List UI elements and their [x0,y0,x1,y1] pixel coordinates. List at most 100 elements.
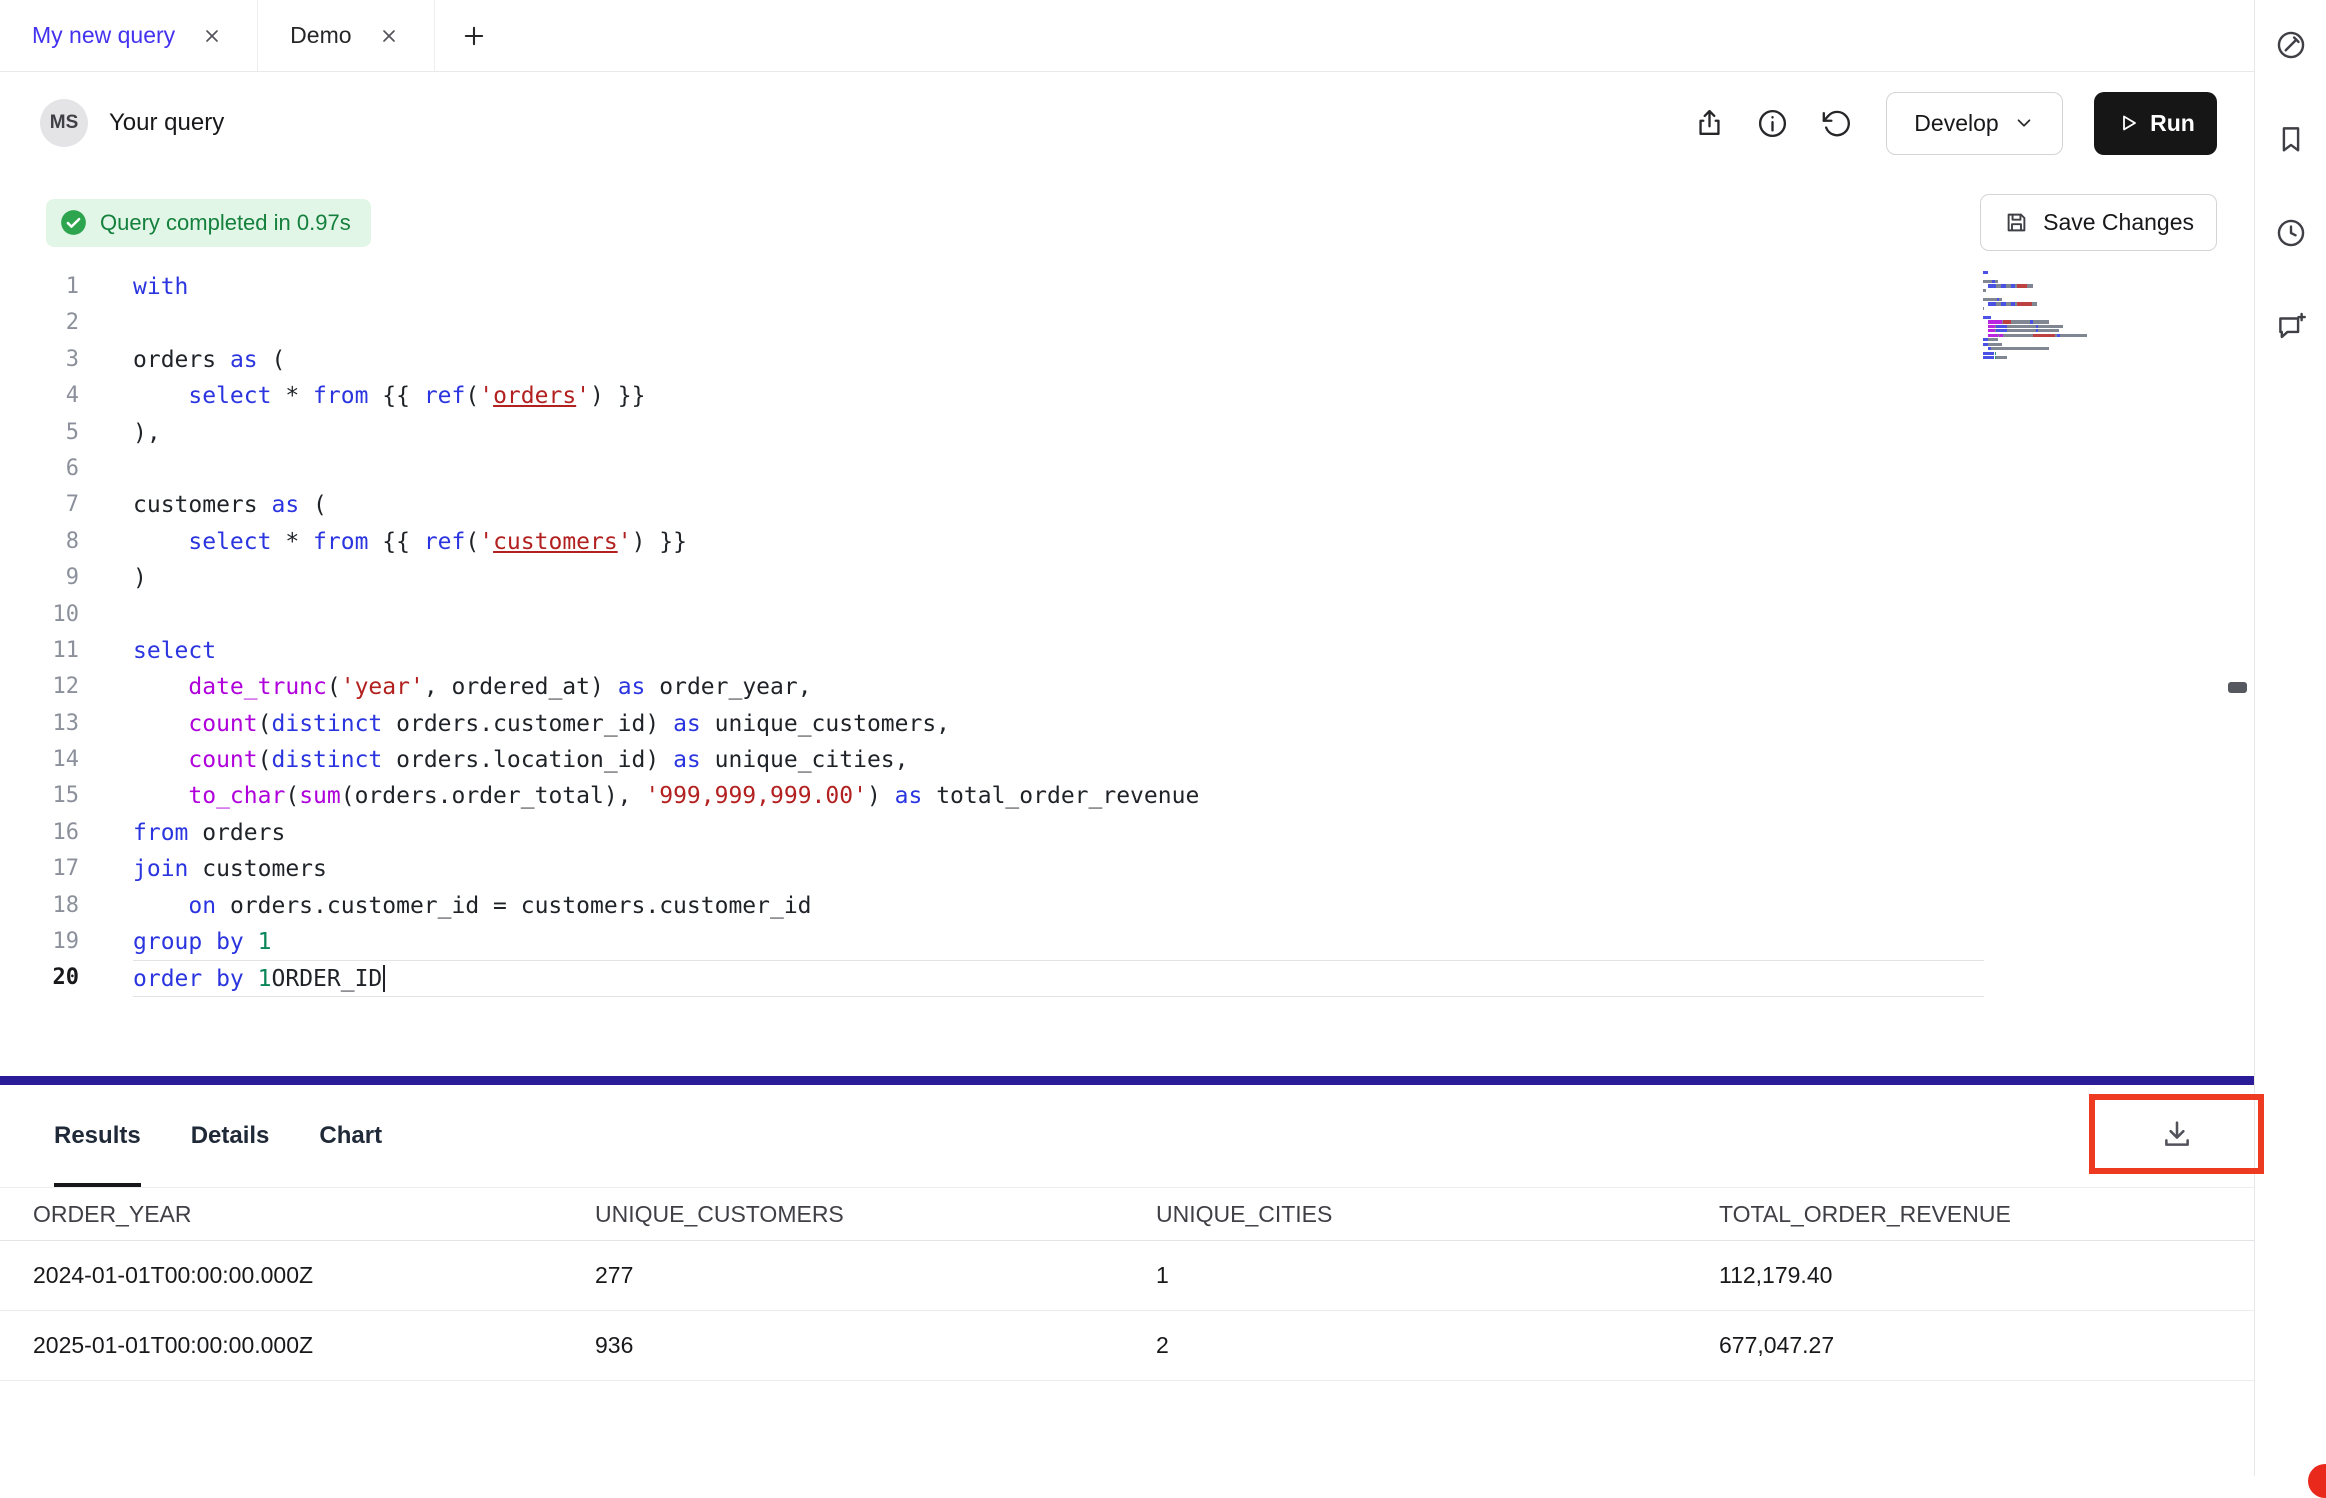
code-line[interactable]: ), [133,415,1984,451]
code-editor[interactable]: 1234567891011121314151617181920 withorde… [0,251,2254,1076]
minimap[interactable] [1983,271,2123,361]
panel-resize-handle[interactable] [0,1076,2254,1085]
line-number: 7 [0,487,79,523]
column-header: ORDER_YEAR [33,1201,595,1228]
code-line[interactable]: order by 1ORDER_ID [133,960,1984,996]
line-number: 15 [0,778,79,814]
results-tab-bar: Results Details Chart [0,1085,2254,1188]
line-number: 17 [0,851,79,887]
tab-details[interactable]: Details [191,1085,270,1187]
right-sidebar [2254,0,2326,1476]
feedback-button[interactable] [2269,305,2313,349]
code-line[interactable]: count(distinct orders.location_id) as un… [133,742,1984,778]
save-changes-button[interactable]: Save Changes [1980,194,2217,251]
download-icon [2160,1117,2194,1151]
page-title: Your query [109,109,224,137]
code-line[interactable]: ) [133,560,1984,596]
tab-results[interactable]: Results [54,1085,141,1187]
line-numbers: 1234567891011121314151617181920 [0,269,84,997]
new-tab-button[interactable] [435,0,513,71]
download-button[interactable] [2160,1117,2194,1151]
table-row[interactable]: 2024-01-01T00:00:00.000Z2771112,179.40 [0,1241,2254,1311]
table-cell: 2 [1156,1332,1719,1359]
line-number: 6 [0,451,79,487]
develop-dropdown[interactable]: Develop [1886,92,2063,155]
tab-my-new-query[interactable]: My new query [0,0,258,71]
bookmark-button[interactable] [2269,117,2313,161]
code-line[interactable]: from orders [133,815,1984,851]
text-cursor [383,965,385,992]
history-icon [1819,107,1852,140]
run-button[interactable]: Run [2094,92,2217,155]
tab-chart[interactable]: Chart [319,1085,382,1187]
table-cell: 677,047.27 [1719,1332,2254,1359]
code-line[interactable]: to_char(sum(orders.order_total), '999,99… [133,778,1984,814]
line-number: 20 [0,960,79,996]
code-line[interactable]: select * from {{ ref('customers') }} [133,524,1984,560]
line-number: 8 [0,524,79,560]
history-sidebar-button[interactable] [2269,211,2313,255]
line-number: 11 [0,633,79,669]
column-header: UNIQUE_CITIES [1156,1201,1719,1228]
tab-demo[interactable]: Demo [258,0,434,71]
main-area: My new query Demo MS Your query [0,0,2254,1476]
close-icon[interactable] [376,23,402,49]
history-icon [2274,216,2308,250]
code-line[interactable]: orders as ( [133,342,1984,378]
check-circle-icon [60,209,87,236]
table-row[interactable]: 2025-01-01T00:00:00.000Z9362677,047.27 [0,1311,2254,1381]
save-label: Save Changes [2043,209,2194,236]
table-cell: 936 [595,1332,1156,1359]
code-line[interactable]: date_trunc('year', ordered_at) as order_… [133,669,1984,705]
tab-label: Demo [290,22,351,49]
line-number: 2 [0,305,79,341]
plus-icon [460,22,488,50]
develop-label: Develop [1914,110,1998,137]
line-number: 5 [0,415,79,451]
line-number: 1 [0,269,79,305]
code-line[interactable]: select [133,633,1984,669]
code-line[interactable]: join customers [133,851,1984,887]
table-header-row: ORDER_YEARUNIQUE_CUSTOMERSUNIQUE_CITIEST… [0,1188,2254,1241]
table-cell: 277 [595,1262,1156,1289]
code-lines: with orders as ( select * from {{ ref('or… [133,269,1984,997]
code-line[interactable] [133,305,1984,341]
query-header: MS Your query [0,72,2254,174]
share-icon [1693,107,1726,140]
code-line[interactable]: customers as ( [133,487,1984,523]
code-line[interactable]: on orders.customer_id = customers.custom… [133,888,1984,924]
code-line[interactable]: select * from {{ ref('orders') }} [133,378,1984,414]
tab-bar: My new query Demo [0,0,2254,72]
info-icon [1756,107,1789,140]
code-line[interactable]: count(distinct orders.customer_id) as un… [133,706,1984,742]
line-number: 19 [0,924,79,960]
explore-button[interactable] [2269,23,2313,67]
line-number: 13 [0,706,79,742]
explore-icon [2274,28,2308,62]
column-header: TOTAL_ORDER_REVENUE [1719,1201,2254,1228]
code-line[interactable] [133,451,1984,487]
code-line[interactable] [133,597,1984,633]
play-icon [2116,111,2140,135]
chevron-down-icon [2013,112,2035,134]
line-number: 10 [0,597,79,633]
close-icon[interactable] [199,23,225,49]
line-number: 16 [0,815,79,851]
run-label: Run [2150,110,2195,137]
header-actions: Develop Run [1687,92,2217,155]
info-button[interactable] [1750,101,1794,145]
line-number: 18 [0,888,79,924]
code-line[interactable]: group by 1 [133,924,1984,960]
share-button[interactable] [1687,101,1731,145]
tab-label: My new query [32,22,175,49]
app-window: My new query Demo MS Your query [0,0,2326,1476]
feedback-icon [2274,310,2308,344]
table-cell: 2024-01-01T00:00:00.000Z [33,1262,595,1289]
history-button[interactable] [1813,101,1857,145]
scrollbar-thumb[interactable] [2228,682,2247,693]
line-number: 12 [0,669,79,705]
line-number: 14 [0,742,79,778]
code-line[interactable]: with [133,269,1984,305]
line-number: 4 [0,378,79,414]
table-cell: 1 [1156,1262,1719,1289]
